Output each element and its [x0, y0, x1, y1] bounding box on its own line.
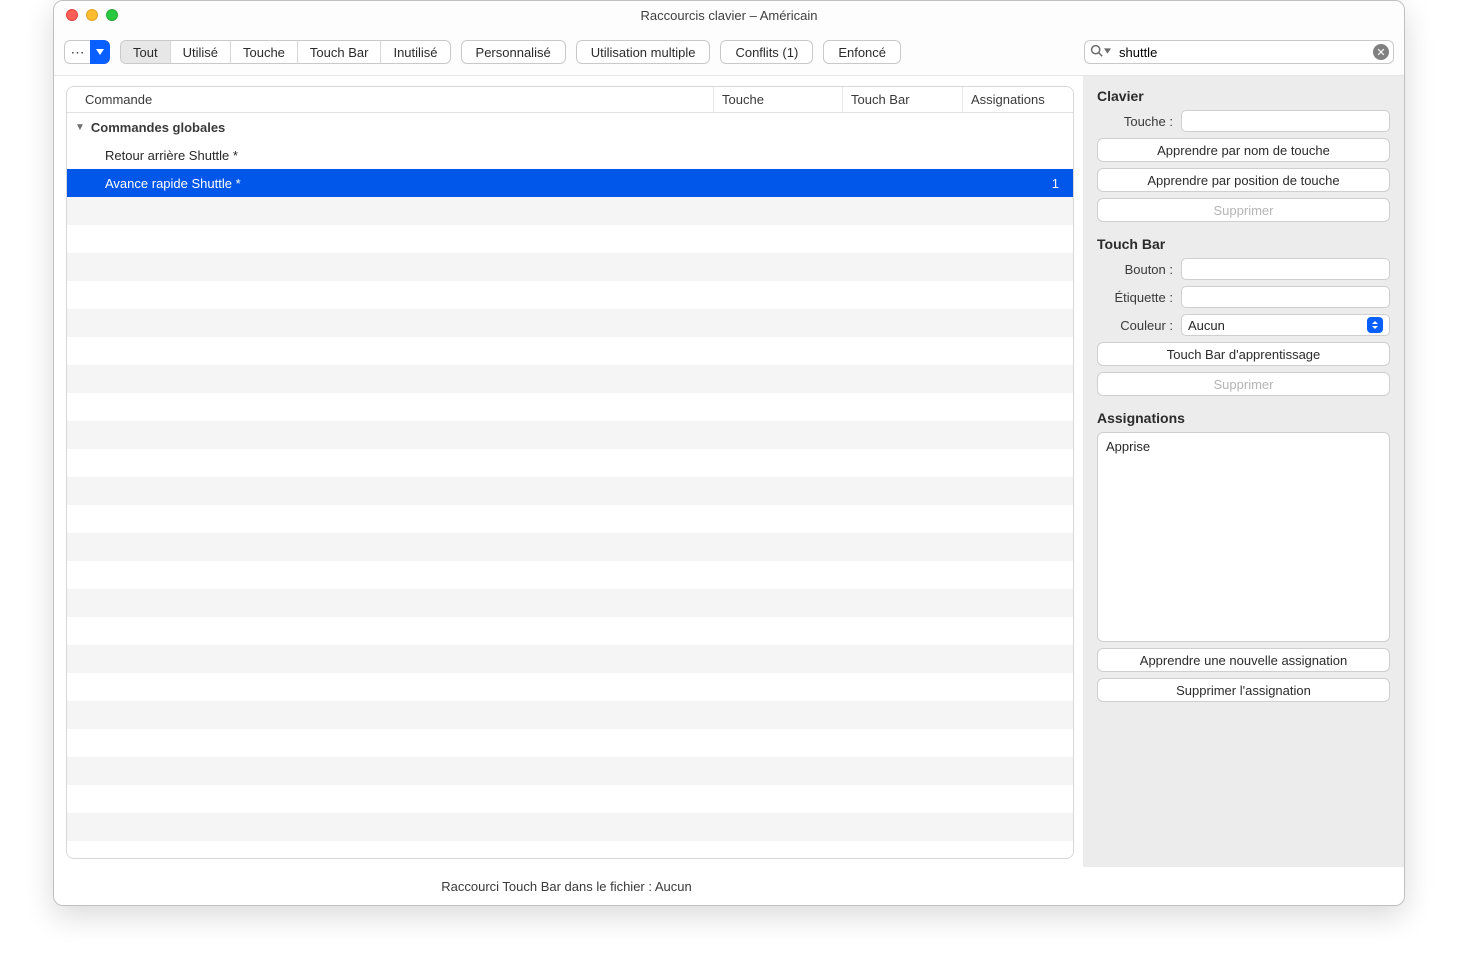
input-etiquette[interactable]	[1181, 286, 1390, 308]
label-couleur: Couleur :	[1097, 318, 1173, 333]
label-etiquette: Étiquette :	[1097, 290, 1173, 305]
seg-inutilise[interactable]: Inutilisé	[381, 41, 449, 63]
seg-tout[interactable]: Tout	[121, 41, 171, 63]
seg-touchbar[interactable]: Touch Bar	[298, 41, 382, 63]
btn-conflicts[interactable]: Conflits (1)	[720, 40, 813, 64]
select-couleur[interactable]: Aucun	[1181, 314, 1390, 336]
commands-table: Commande Touche Touch Bar Assignations ▼…	[66, 86, 1074, 859]
btn-touchbar-learn[interactable]: Touch Bar d'apprentissage	[1097, 342, 1390, 366]
select-couleur-value: Aucun	[1188, 318, 1225, 333]
view-options-menu[interactable]	[90, 40, 110, 64]
content: Commande Touche Touch Bar Assignations ▼…	[54, 75, 1404, 867]
btn-custom[interactable]: Personnalisé	[461, 40, 566, 64]
th-touchbar[interactable]: Touch Bar	[843, 87, 963, 112]
window: Raccourcis clavier – Américain ⋯ Tout Ut…	[53, 0, 1405, 906]
toolbar: ⋯ Tout Utilisé Touche Touch Bar Inutilis…	[54, 29, 1404, 75]
th-assign[interactable]: Assignations	[963, 87, 1073, 112]
main-panel: Commande Touche Touch Bar Assignations ▼…	[54, 76, 1082, 867]
table-body[interactable]: ▼ Commandes globales Retour arrière Shut…	[67, 113, 1073, 858]
view-options-group: ⋯	[64, 40, 110, 64]
section-title-assign: Assignations	[1097, 410, 1390, 426]
chevron-down-icon[interactable]: ▼	[75, 122, 85, 133]
label-bouton: Bouton :	[1097, 262, 1173, 277]
th-command[interactable]: Commande	[85, 87, 713, 112]
seg-touche[interactable]: Touche	[231, 41, 298, 63]
btn-delete-touchbar[interactable]: Supprimer	[1097, 372, 1390, 396]
assignments-listbox[interactable]: Apprise	[1097, 432, 1390, 642]
cell-assign: 1	[963, 176, 1073, 191]
btn-delete-key[interactable]: Supprimer	[1097, 198, 1390, 222]
section-title-clavier: Clavier	[1097, 88, 1390, 104]
table-row[interactable]: Avance rapide Shuttle * 1	[67, 169, 1073, 197]
input-bouton[interactable]	[1181, 258, 1390, 280]
group-label: Commandes globales	[91, 120, 225, 135]
titlebar: Raccourcis clavier – Américain	[54, 1, 1404, 29]
cell-command: Retour arrière Shuttle *	[67, 148, 713, 163]
btn-learn-assignment[interactable]: Apprendre une nouvelle assignation	[1097, 648, 1390, 672]
window-title: Raccourcis clavier – Américain	[54, 8, 1404, 23]
search-box: ✕	[1084, 40, 1394, 64]
sidebar: Clavier Touche : Apprendre par nom de to…	[1082, 76, 1404, 867]
input-touche[interactable]	[1181, 110, 1390, 132]
cell-command: Avance rapide Shuttle *	[67, 176, 713, 191]
list-item[interactable]: Apprise	[1098, 433, 1389, 460]
btn-delete-assignment[interactable]: Supprimer l'assignation	[1097, 678, 1390, 702]
th-key[interactable]: Touche	[713, 87, 843, 112]
ellipsis-button[interactable]: ⋯	[64, 40, 90, 64]
group-row[interactable]: ▼ Commandes globales	[67, 113, 1073, 141]
section-clavier: Clavier Touche : Apprendre par nom de to…	[1097, 88, 1390, 222]
label-touche: Touche :	[1097, 114, 1173, 129]
seg-utilise[interactable]: Utilisé	[171, 41, 231, 63]
filter-segmented: Tout Utilisé Touche Touch Bar Inutilisé	[120, 40, 451, 64]
section-title-touchbar: Touch Bar	[1097, 236, 1390, 252]
table-header: Commande Touche Touch Bar Assignations	[67, 87, 1073, 113]
section-assignations: Assignations Apprise Apprendre une nouve…	[1097, 410, 1390, 855]
status-text: Raccourci Touch Bar dans le fichier : Au…	[441, 879, 692, 894]
btn-learn-by-name[interactable]: Apprendre par nom de touche	[1097, 138, 1390, 162]
statusbar: Raccourci Touch Bar dans le fichier : Au…	[54, 867, 1404, 905]
btn-pressed[interactable]: Enfoncé	[823, 40, 901, 64]
btn-learn-by-position[interactable]: Apprendre par position de touche	[1097, 168, 1390, 192]
search-icon	[1090, 44, 1111, 57]
search-input[interactable]	[1084, 40, 1394, 64]
clear-search-icon[interactable]: ✕	[1373, 44, 1389, 60]
btn-multi-use[interactable]: Utilisation multiple	[576, 40, 711, 64]
table-row[interactable]: Retour arrière Shuttle *	[67, 141, 1073, 169]
chevron-updown-icon	[1367, 317, 1383, 333]
section-touchbar: Touch Bar Bouton : Étiquette : Couleur :…	[1097, 236, 1390, 396]
